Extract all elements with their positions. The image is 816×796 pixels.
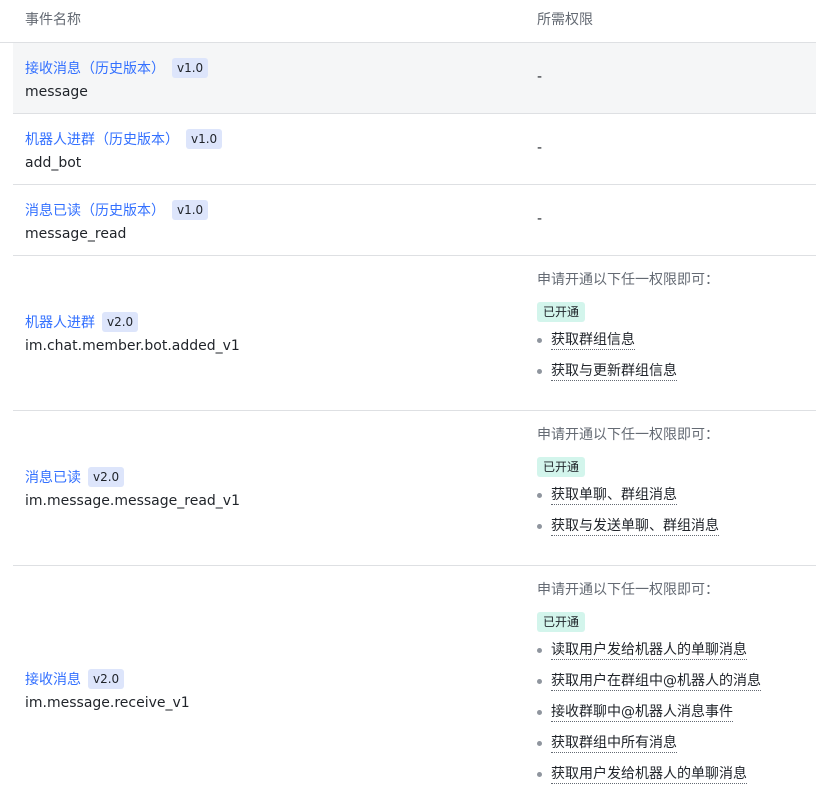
bullet-icon [537, 648, 542, 653]
event-name-link[interactable]: 消息已读（历史版本） [25, 200, 165, 220]
permission-link[interactable]: 读取用户发给机器人的单聊消息 [551, 642, 747, 660]
permission-link[interactable]: 获取群组中所有消息 [551, 735, 677, 753]
list-item: 获取群组信息 [537, 325, 719, 356]
bullet-icon [537, 493, 542, 498]
list-item: 获取单聊、群组消息 [537, 480, 719, 511]
permission-link[interactable]: 获取与更新群组信息 [551, 363, 677, 381]
permission-link[interactable]: 获取用户在群组中@机器人的消息 [551, 673, 761, 691]
column-header-permission: 所需权限 [537, 12, 593, 28]
permission-link[interactable]: 获取与发送单聊、群组消息 [551, 518, 719, 536]
status-badge: 已开通 [537, 302, 586, 322]
event-key: im.message.message_read_v1 [25, 493, 240, 509]
status-badge: 已开通 [537, 612, 586, 632]
permission-hint: 申请开通以下任一权限即可： [537, 272, 719, 288]
table-row: 机器人进群（历史版本） v1.0 add_bot - [13, 114, 816, 185]
permission-empty: - [537, 140, 543, 156]
list-item: 接收群聊中@机器人消息事件 [537, 697, 761, 728]
table-row: 机器人进群 v2.0 im.chat.member.bot.added_v1 申… [13, 256, 816, 411]
table-header: 事件名称 所需权限 [0, 0, 816, 43]
permission-empty: - [537, 211, 543, 227]
table-row: 消息已读 v2.0 im.message.message_read_v1 申请开… [13, 411, 816, 566]
bullet-icon [537, 338, 542, 343]
event-name-link[interactable]: 机器人进群（历史版本） [25, 129, 179, 149]
status-badge: 已开通 [537, 457, 586, 477]
version-badge: v1.0 [172, 58, 209, 78]
permission-link[interactable]: 获取单聊、群组消息 [551, 487, 677, 505]
events-table: 事件名称 所需权限 接收消息（历史版本） v1.0 message - 机器人进… [0, 0, 816, 796]
event-key: im.chat.member.bot.added_v1 [25, 338, 240, 354]
permission-empty: - [537, 69, 543, 85]
table-row: 接收消息（历史版本） v1.0 message - [13, 43, 816, 114]
event-name-link[interactable]: 机器人进群 [25, 312, 95, 332]
event-name-link[interactable]: 接收消息 [25, 669, 81, 689]
version-badge: v2.0 [88, 467, 125, 487]
event-key: im.message.receive_v1 [25, 695, 190, 711]
table-row: 接收消息 v2.0 im.message.receive_v1 申请开通以下任一… [13, 566, 816, 796]
version-badge: v2.0 [102, 312, 139, 332]
column-header-event: 事件名称 [25, 12, 81, 28]
permission-link[interactable]: 获取用户发给机器人的单聊消息 [551, 766, 747, 784]
bullet-icon [537, 710, 542, 715]
permission-hint: 申请开通以下任一权限即可： [537, 427, 719, 443]
permission-link[interactable]: 获取群组信息 [551, 332, 635, 350]
list-item: 获取与发送单聊、群组消息 [537, 511, 719, 542]
event-key: add_bot [25, 155, 82, 171]
bullet-icon [537, 741, 542, 746]
bullet-icon [537, 369, 542, 374]
version-badge: v1.0 [172, 200, 209, 220]
event-name-link[interactable]: 消息已读 [25, 467, 81, 487]
version-badge: v1.0 [186, 129, 223, 149]
permission-link[interactable]: 接收群聊中@机器人消息事件 [551, 704, 733, 722]
list-item: 读取用户发给机器人的单聊消息 [537, 635, 761, 666]
bullet-icon [537, 679, 542, 684]
list-item: 获取群组中所有消息 [537, 728, 761, 759]
table-row: 消息已读（历史版本） v1.0 message_read - [13, 185, 816, 256]
bullet-icon [537, 772, 542, 777]
version-badge: v2.0 [88, 669, 125, 689]
event-key: message [25, 84, 88, 100]
list-item: 获取用户在群组中@机器人的消息 [537, 666, 761, 697]
list-item: 获取用户发给机器人的单聊消息 [537, 759, 761, 790]
list-item: 获取与更新群组信息 [537, 356, 719, 387]
event-key: message_read [25, 226, 127, 242]
event-name-link[interactable]: 接收消息（历史版本） [25, 58, 165, 78]
permission-hint: 申请开通以下任一权限即可： [537, 582, 719, 598]
bullet-icon [537, 524, 542, 529]
